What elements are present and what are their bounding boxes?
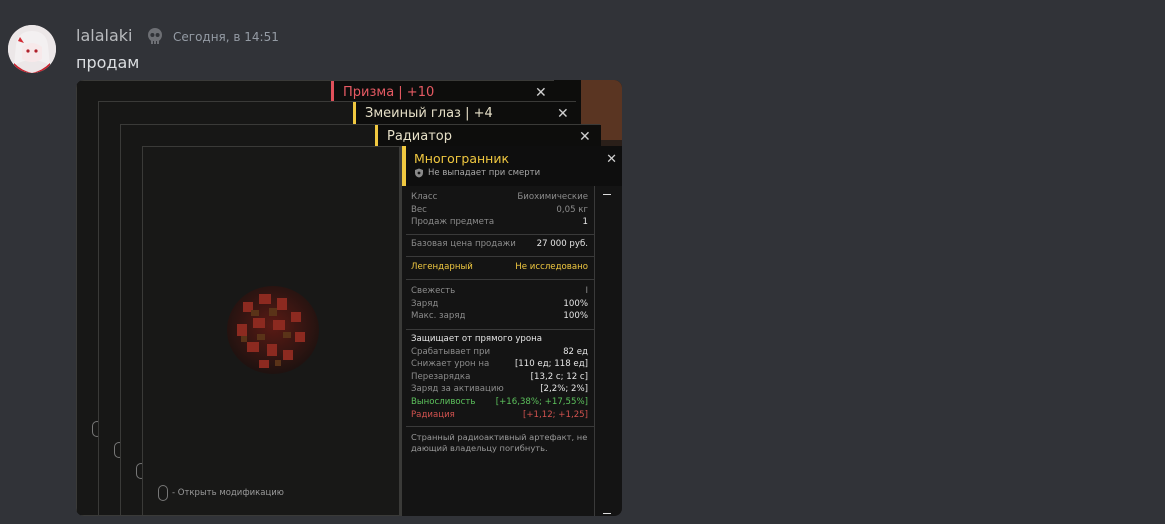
scrollbar[interactable] [594, 186, 622, 516]
mouse-icon [158, 485, 168, 501]
item-title: Многогранник [414, 151, 510, 166]
close-icon[interactable]: ✕ [557, 106, 569, 122]
state-section: Свежесть I Заряд 100% Макс. заряд 100% [406, 286, 594, 330]
effects-title: Защищает от прямого урона [411, 334, 543, 344]
close-icon[interactable]: ✕ [535, 85, 547, 101]
price-section: Базовая цена продажи 27 000 руб. [406, 239, 594, 257]
rarity-section: Легендарный Не исследовано [406, 262, 594, 280]
rarity-row: Легендарный Не исследовано [411, 262, 588, 272]
close-icon[interactable]: ✕ [606, 152, 617, 167]
open-mod-hint: - Открыть модификацию [172, 488, 284, 498]
discord-message: lalalaki Сегодня, в 14:51 продам Призма … [0, 0, 1165, 524]
avatar[interactable] [8, 25, 56, 73]
effect-row: Снижает урон на [110 ед; 118 ед] [411, 359, 588, 370]
effect-row: Перезарядка [13,2 с; 12 с] [411, 371, 588, 382]
effect-row: Срабатывает при 82 ед [411, 346, 588, 357]
artifact-image [227, 286, 319, 374]
effect-row: Заряд за активацию [2,2%; 2%] [411, 384, 588, 395]
info-row: Вес 0,05 кг [411, 204, 588, 215]
item-description: Странный радиоактивный артефакт, не дающ… [411, 432, 588, 453]
close-icon[interactable]: ✕ [579, 129, 591, 145]
item-header: Многогранник Не выпадает при смерти ✕ [402, 146, 622, 186]
state-row: Макс. заряд 100% [411, 311, 588, 322]
item-subtitle: Не выпадает при смерти [428, 168, 541, 178]
info-row: Класс Биохимические [411, 192, 588, 202]
price-row: Базовая цена продажи 27 000 руб. [411, 239, 588, 249]
avatar-image [8, 25, 56, 73]
effects-section: Защищает от прямого урона Срабатывает пр… [406, 334, 594, 427]
username[interactable]: lalalaki [76, 26, 132, 45]
item-details-panel: Многогранник Не выпадает при смерти ✕ Кл… [399, 146, 622, 516]
info-section: Класс Биохимические Вес 0,05 кг Продаж пре… [406, 192, 594, 235]
message-text: продам [76, 53, 140, 72]
info-row: Продаж предмета 1 [411, 217, 588, 228]
effect-row: Радиация [+1,12; +1,25] [411, 409, 588, 420]
state-row: Свежесть I [411, 286, 588, 296]
state-row: Заряд 100% [411, 298, 588, 309]
skull-icon [148, 28, 162, 44]
shield-icon [415, 168, 423, 178]
timestamp: Сегодня, в 14:51 [173, 30, 279, 44]
window-title: Змеиный глаз | +4 [353, 102, 577, 126]
image-attachment[interactable]: Призма | +10 ✕ Змеиный глаз | +4 ✕ Радиа… [76, 80, 622, 516]
effect-row: Выносливость [+16,38%; +17,55%] [411, 396, 588, 407]
